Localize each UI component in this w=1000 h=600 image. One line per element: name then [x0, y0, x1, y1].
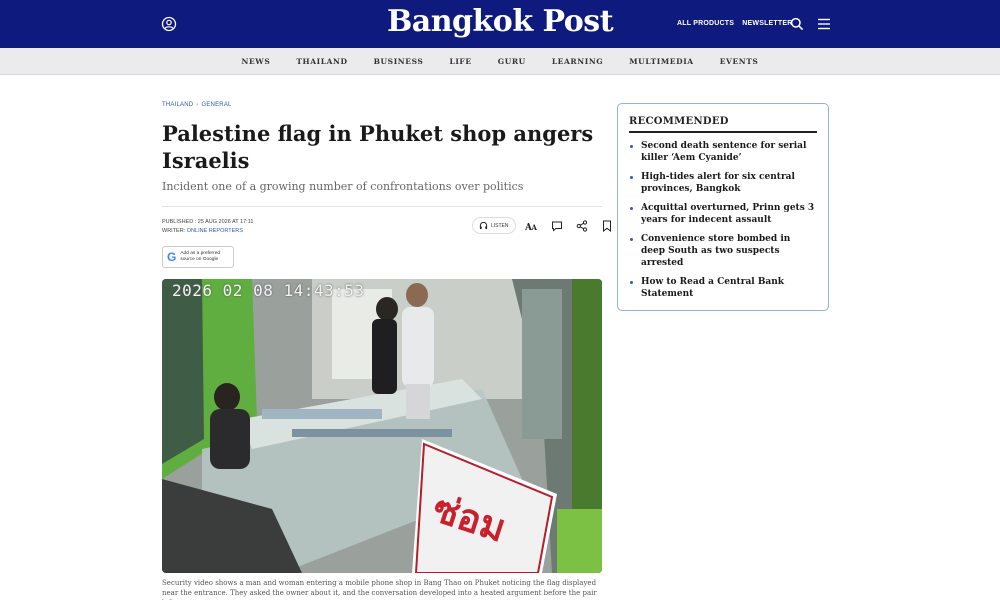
- text-size-icon: A A: [525, 223, 538, 231]
- headphones-icon: [479, 221, 488, 230]
- listen-label: LISTEN: [491, 222, 509, 229]
- share-icon: [576, 219, 588, 232]
- recommended-item[interactable]: Acquittal overturned, Prinn gets 3 years…: [629, 202, 817, 226]
- comment-icon: [552, 221, 563, 232]
- listen-button[interactable]: LISTEN: [472, 217, 516, 234]
- nav-item-thailand[interactable]: THAILAND: [296, 57, 347, 66]
- divider: [162, 206, 602, 207]
- google-badge-label: Add as a preferred source on Google: [180, 251, 221, 262]
- svg-text:A: A: [531, 223, 538, 231]
- nav-item-multimedia[interactable]: MULTIMEDIA: [629, 57, 693, 66]
- top-links: ALL PRODUCTS NEWSLETTER: [677, 20, 799, 27]
- chevron-right-icon: ›: [196, 102, 199, 108]
- recommended-item[interactable]: How to Read a Central Bank Statement: [629, 276, 817, 300]
- recommended-box: RECOMMENDED Second death sentence for se…: [617, 103, 829, 311]
- nav-item-learning[interactable]: LEARNING: [552, 57, 603, 66]
- recommended-item[interactable]: High-tides alert for six central provinc…: [629, 171, 817, 195]
- nav-item-events[interactable]: EVENTS: [720, 57, 759, 66]
- recommended-heading: RECOMMENDED: [629, 116, 817, 133]
- google-preferred-source-badge[interactable]: G Add as a preferred source on Google: [162, 246, 234, 268]
- comment-button[interactable]: [549, 217, 566, 234]
- article-meta: PUBLISHED : 25 AUG 2026 AT 17:11 WRITER:…: [162, 218, 253, 236]
- writer-line: WRITER: ONLINE REPORTERS: [162, 227, 253, 236]
- article-photo[interactable]: ซ่อม 2026 02 08 14:43:53: [162, 279, 602, 573]
- article-actions: LISTEN A A: [472, 217, 616, 234]
- photo-caption: Security video shows a man and woman ent…: [162, 579, 597, 600]
- font-size-button[interactable]: A A: [524, 217, 541, 234]
- writer-label: WRITER:: [162, 228, 186, 234]
- article-subtitle: Incident one of a growing number of conf…: [162, 180, 524, 193]
- top-bar: Bangkok Post ALL PRODUCTS NEWSLETTER: [0, 0, 1000, 48]
- article-title: Palestine flag in Phuket shop angers Isr…: [162, 121, 594, 173]
- breadcrumb-thailand[interactable]: THAILAND: [162, 102, 193, 108]
- bookmark-icon: [603, 220, 612, 232]
- recommended-item[interactable]: Convenience store bombed in deep South a…: [629, 233, 817, 269]
- main-nav: NEWS THAILAND BUSINESS LIFE GURU LEARNIN…: [0, 48, 1000, 75]
- all-products-link[interactable]: ALL PRODUCTS: [677, 20, 734, 27]
- cctv-timestamp: 2026 02 08 14:43:53: [172, 281, 365, 300]
- nav-item-news[interactable]: NEWS: [242, 57, 271, 66]
- nav-item-guru[interactable]: GURU: [498, 57, 526, 66]
- published-date: PUBLISHED : 25 AUG 2026 AT 17:11: [162, 219, 254, 225]
- site-logo[interactable]: Bangkok Post: [0, 4, 1000, 39]
- nav-item-life[interactable]: LIFE: [449, 57, 471, 66]
- search-icon[interactable]: [790, 17, 804, 31]
- recommended-item[interactable]: Second death sentence for serial killer …: [629, 140, 817, 164]
- bookmark-button[interactable]: [599, 217, 616, 234]
- breadcrumb: THAILAND › GENERAL: [162, 102, 232, 108]
- newsletter-link[interactable]: NEWSLETTER: [742, 20, 792, 27]
- nav-item-business[interactable]: BUSINESS: [374, 57, 424, 66]
- google-icon: G: [167, 250, 177, 264]
- cctv-photo-image: ซ่อม: [162, 279, 602, 573]
- hamburger-menu-icon[interactable]: [817, 18, 831, 30]
- breadcrumb-general[interactable]: GENERAL: [201, 102, 231, 108]
- writer-link[interactable]: ONLINE REPORTERS: [187, 228, 243, 234]
- share-button[interactable]: [574, 217, 591, 234]
